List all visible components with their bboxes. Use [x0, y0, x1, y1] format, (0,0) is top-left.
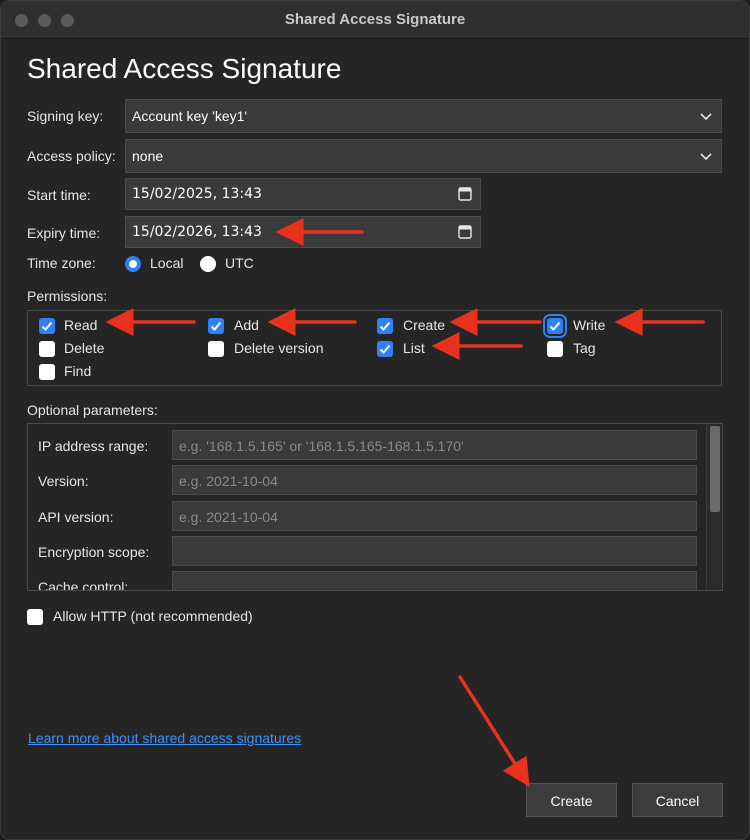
delete-version-label: Delete version [234, 340, 324, 356]
cancel-button[interactable]: Cancel [632, 783, 723, 817]
encryption-scope-label: Encryption scope: [38, 544, 150, 560]
cache-control-input[interactable] [172, 571, 697, 590]
start-time-value: 15/02/2025, 13:43 [132, 186, 262, 202]
expiry-time-value: 15/02/2026, 13:43 [132, 224, 262, 240]
time-zone-label: Time zone: [27, 255, 96, 271]
version-placeholder: e.g. 2021-10-04 [179, 473, 278, 489]
allow-http-checkbox[interactable] [27, 609, 43, 625]
start-time-input[interactable]: 15/02/2025, 13:43 [125, 178, 481, 210]
access-policy-value: none [132, 148, 164, 164]
chevron-down-icon [700, 153, 712, 161]
list-label: List [403, 340, 425, 356]
optional-parameters-panel[interactable]: IP address range: e.g. '168.1.5.165' or … [27, 423, 723, 591]
create-checkbox[interactable] [377, 318, 393, 334]
signing-key-select[interactable]: Account key 'key1' [125, 99, 722, 133]
read-label: Read [64, 317, 98, 333]
api-version-label: API version: [38, 509, 114, 525]
ip-range-label: IP address range: [38, 438, 149, 454]
title-bar: Shared Access Signature [1, 1, 749, 39]
calendar-icon[interactable] [458, 186, 472, 201]
access-policy-select[interactable]: none [125, 139, 722, 173]
api-version-input[interactable]: e.g. 2021-10-04 [172, 501, 697, 531]
access-policy-label: Access policy: [27, 148, 116, 164]
chevron-down-icon [700, 113, 712, 121]
start-time-label: Start time: [27, 187, 91, 203]
signing-key-label: Signing key: [27, 108, 104, 124]
tag-label: Tag [573, 340, 596, 356]
allow-http-label: Allow HTTP (not recommended) [53, 608, 253, 624]
write-label: Write [573, 317, 606, 333]
delete-version-checkbox[interactable] [208, 341, 224, 357]
delete-checkbox[interactable] [39, 341, 55, 357]
list-checkbox[interactable] [377, 341, 393, 357]
add-checkbox[interactable] [208, 318, 224, 334]
find-checkbox[interactable] [39, 364, 55, 380]
create-button[interactable]: Create [526, 783, 617, 817]
window-title: Shared Access Signature [284, 11, 466, 28]
calendar-icon[interactable] [458, 224, 472, 239]
optional-parameters-label: Optional parameters: [27, 402, 158, 418]
time-zone-local-label: Local [150, 255, 184, 271]
add-label: Add [234, 317, 259, 333]
permissions-label: Permissions: [27, 288, 108, 304]
time-zone-utc-label: UTC [225, 255, 254, 271]
delete-label: Delete [64, 340, 105, 356]
read-checkbox[interactable] [39, 318, 55, 334]
ip-range-placeholder: e.g. '168.1.5.165' or '168.1.5.165-168.1… [179, 438, 464, 454]
scrollbar-thumb[interactable] [710, 426, 720, 512]
signing-key-value: Account key 'key1' [132, 108, 248, 124]
page-title: Shared Access Signature [27, 53, 342, 84]
expiry-time-label: Expiry time: [27, 225, 101, 241]
ip-range-input[interactable]: e.g. '168.1.5.165' or '168.1.5.165-168.1… [172, 430, 697, 460]
encryption-scope-input[interactable] [172, 536, 697, 566]
permissions-group: Read Add Create Write Delete Delete vers… [27, 310, 722, 386]
write-checkbox[interactable] [543, 314, 567, 338]
create-label: Create [403, 317, 446, 333]
tag-checkbox[interactable] [547, 341, 563, 357]
time-zone-local-radio[interactable] [125, 256, 141, 272]
learn-more-link[interactable]: Learn more about shared access signature… [28, 730, 301, 746]
find-label: Find [64, 363, 92, 379]
optional-parameters-scrollbar[interactable] [706, 424, 722, 590]
sas-dialog-window: Shared Access Signature Shared Access Si… [0, 0, 750, 840]
time-zone-utc-radio[interactable] [200, 256, 216, 272]
api-version-placeholder: e.g. 2021-10-04 [179, 509, 278, 525]
expiry-time-input[interactable]: 15/02/2026, 13:43 [125, 216, 481, 248]
version-input[interactable]: e.g. 2021-10-04 [172, 465, 697, 495]
version-label: Version: [38, 473, 89, 489]
cache-control-label: Cache control: [38, 579, 129, 591]
